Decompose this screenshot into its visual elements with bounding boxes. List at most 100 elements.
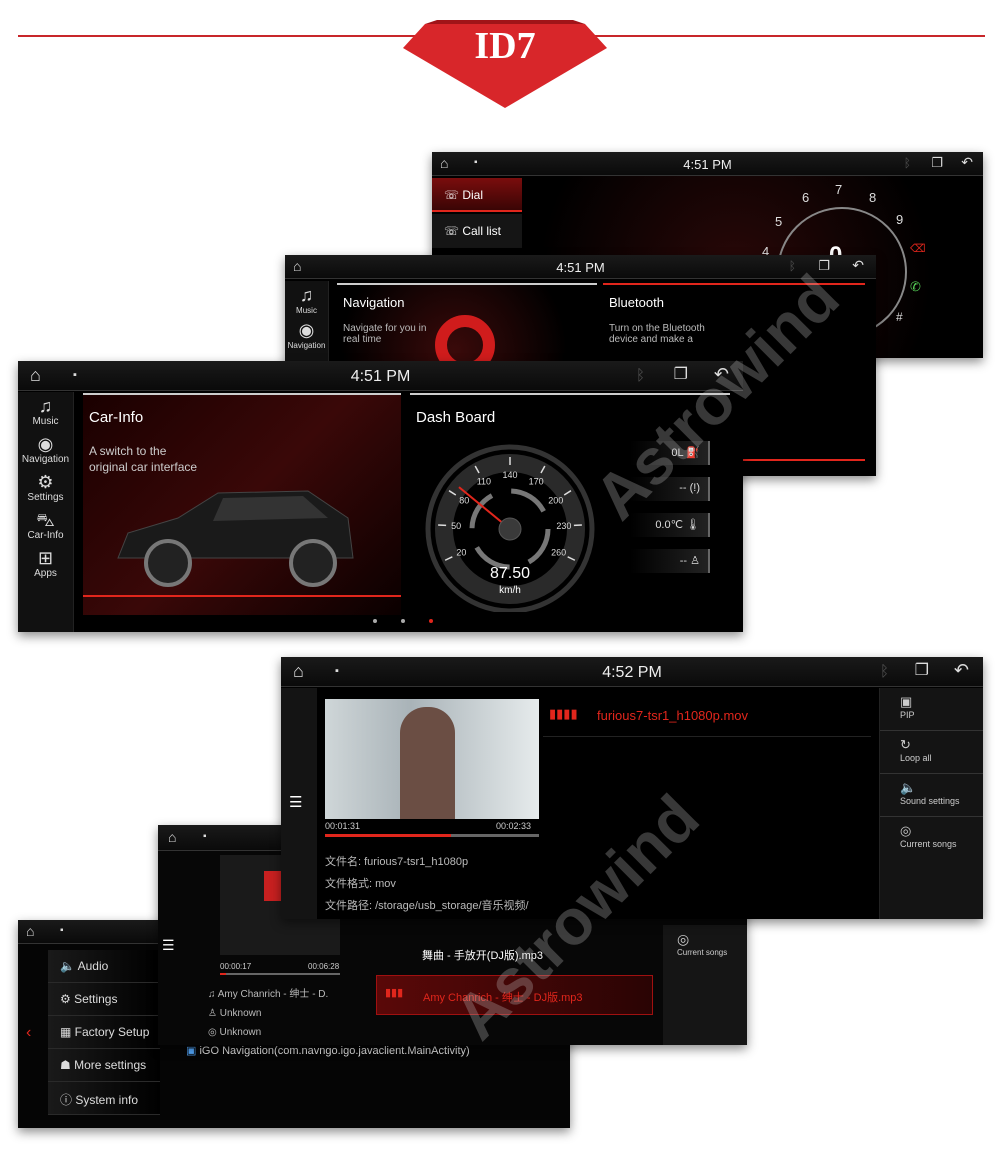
music-note-icon: ♫ (208, 989, 218, 1000)
recent-apps-icon[interactable]: ❐ (674, 367, 688, 383)
loop-all-button[interactable]: ↻ Loop all (880, 731, 983, 774)
file-info-row: 文件路径: /storage/usb_storage/音乐视频/ (325, 900, 529, 912)
home-screen-main: ⌂ ▪ 4:51 PM ᛒ ❐ ↶ ♫ Music ◉ Navigation ⚙ Setti… (18, 361, 743, 632)
playlist-icon[interactable]: ☰ (289, 793, 302, 811)
app-list-item[interactable]: ▣ iGO Navigation(com.navngo.igo.javaclie… (186, 1044, 470, 1057)
recent-apps-icon[interactable]: ❐ (915, 663, 929, 679)
sidebar-item-music[interactable]: ♫ Music (18, 396, 73, 427)
sidebar-item-settings[interactable]: ⚙ Settings (18, 472, 73, 503)
speaker-icon: 🔈 (60, 959, 78, 973)
video-screen: ⌂ ▪ 4:52 PM ᛒ ❐ ↶ ☰ 00:01:31 00:02:33 文件名: … (281, 657, 983, 919)
page-indicator (373, 619, 453, 623)
gauge-tick-label: 110 (477, 477, 491, 487)
bluetooth-icon: ᛒ (879, 663, 889, 680)
dial-icon: ☏ (444, 188, 463, 202)
waveform-icon: ▮▮▮▮ (549, 706, 578, 721)
sound-settings-button[interactable]: 🔈 Sound settings (880, 774, 983, 817)
car-image (117, 490, 354, 587)
sidebar-item-car-info[interactable]: ⛍ Car-Info (18, 510, 73, 541)
menu-dial[interactable]: ☏ Dial (432, 178, 522, 212)
loop-icon: ↻ (900, 737, 911, 752)
target-icon: ◎ (900, 823, 912, 838)
current-songs-button[interactable]: ◎ Current songs (663, 925, 747, 1045)
file-info: 文件名: furious7-tsr1_h1080p 文件格式: mov 文件路径: … (325, 851, 529, 917)
menu-system-info[interactable]: ⓘ System info (48, 1082, 160, 1115)
brake-warning-icon: (!) (689, 482, 700, 494)
pip-icon: ▣ (900, 694, 913, 709)
sidebar-item-navigation[interactable]: ◉ Navigation (285, 320, 328, 351)
fuel-icon: ⛽ (686, 447, 700, 459)
gauge-hub (498, 517, 522, 541)
pip-button[interactable]: ▣ PIP (880, 688, 983, 731)
sidebar-item-apps[interactable]: ⊞ Apps (18, 548, 73, 579)
brake-tile: -- (!) (630, 477, 710, 501)
seatbelt-tile: -- ♙ (630, 549, 710, 573)
menu-settings[interactable]: ⚙ Settings (48, 983, 160, 1016)
back-icon[interactable]: ↶ (954, 661, 969, 679)
back-icon[interactable]: ↶ (961, 155, 973, 169)
gauge-tick-label: 170 (529, 477, 544, 487)
page-dot[interactable] (401, 619, 405, 623)
back-icon[interactable]: ↶ (852, 258, 864, 272)
sidebar-item-navigation[interactable]: ◉ Navigation (18, 434, 73, 465)
song-list-item-active[interactable]: ▮▮▮ Amy Chanrich - 绅士 - DJ版.mp3 (376, 975, 653, 1015)
music-icon: ♫ (299, 285, 314, 305)
back-arrow-icon[interactable]: ‹ (26, 1024, 31, 1042)
gauge-tick-label: 140 (502, 470, 517, 480)
file-info-row: 文件名: furious7-tsr1_h1080p (325, 856, 469, 868)
home-icon[interactable]: ⌂ (168, 830, 176, 844)
bluetooth-icon: ᛒ (903, 156, 911, 170)
igo-app-icon: ▣ (186, 1045, 200, 1057)
current-songs-button[interactable]: ◎ Current songs (880, 817, 983, 860)
menu-more-settings[interactable]: ☗ More settings (48, 1049, 160, 1082)
gauge-tick-label: 20 (456, 547, 466, 557)
bluetooth-icon: ᛒ (788, 259, 796, 273)
call-list-icon: ☏ (444, 224, 463, 238)
car-info-card[interactable]: Car-Info A switch to the original car in… (83, 393, 401, 615)
android-icon: ☗ (60, 1058, 75, 1072)
speaker-gear-icon: 🔈 (900, 780, 917, 795)
album-icon: ◎ (208, 1027, 220, 1038)
gallery-icon: ▪ (60, 925, 64, 936)
home-icon[interactable]: ⌂ (26, 924, 34, 938)
song-list-item[interactable]: 舞曲 - 手放开(DJ版).mp3 (376, 935, 653, 973)
video-progress[interactable] (325, 834, 539, 837)
artist-icon: ♙ (208, 1008, 220, 1019)
banner-label: ID7 (474, 25, 536, 67)
call-icon[interactable]: ✆ (910, 280, 921, 293)
gallery-icon: ▪ (203, 831, 207, 842)
thermometer-icon: 🌡 (686, 519, 700, 531)
navigation-icon: ◉ (298, 320, 315, 340)
navigation-icon: ◉ (37, 434, 54, 454)
gauge-tick-label: 80 (459, 495, 469, 505)
target-icon: ◎ (677, 931, 690, 947)
waveform-icon: ▮▮▮ (385, 987, 404, 999)
menu-audio[interactable]: 🔈 Audio (48, 950, 160, 983)
music-progress[interactable] (220, 973, 340, 975)
back-icon[interactable]: ↶ (714, 365, 729, 383)
factory-icon: ▦ (60, 1025, 75, 1039)
playlist-icon[interactable]: ☰ (162, 937, 175, 954)
gear-icon: ⚙ (60, 992, 75, 1006)
gauge-tick-label: 230 (556, 521, 571, 531)
video-frame[interactable] (325, 699, 539, 819)
info-icon: ⓘ (60, 1093, 76, 1107)
seatbelt-icon: ♙ (690, 555, 700, 567)
fuel-tile: 0L ⛽ (630, 441, 710, 465)
recent-apps-icon[interactable]: ❐ (818, 259, 830, 272)
car-icon: ⛍ (36, 510, 55, 530)
apps-icon: ⊞ (37, 548, 54, 568)
dashboard-card[interactable]: Dash Board 20 50 80 110 140 170 200 230 260 87.5… (410, 393, 730, 615)
page-dot[interactable] (429, 619, 433, 623)
bluetooth-icon: ᛒ (635, 367, 645, 384)
gauge-tick-label: 50 (451, 521, 461, 531)
gear-icon: ⚙ (37, 472, 54, 492)
file-info-row: 文件格式: mov (325, 878, 396, 890)
file-list-item[interactable]: ▮▮▮▮ furious7-tsr1_h1080p.mov (543, 695, 871, 737)
delete-icon[interactable]: ⌫ (910, 244, 926, 255)
sidebar-item-music[interactable]: ♫ Music (285, 285, 328, 316)
menu-call-list[interactable]: ☏ Call list (432, 214, 522, 248)
page-dot[interactable] (373, 619, 377, 623)
menu-factory-setup[interactable]: ▦ Factory Setup (48, 1016, 160, 1049)
recent-apps-icon[interactable]: ❐ (931, 156, 943, 169)
